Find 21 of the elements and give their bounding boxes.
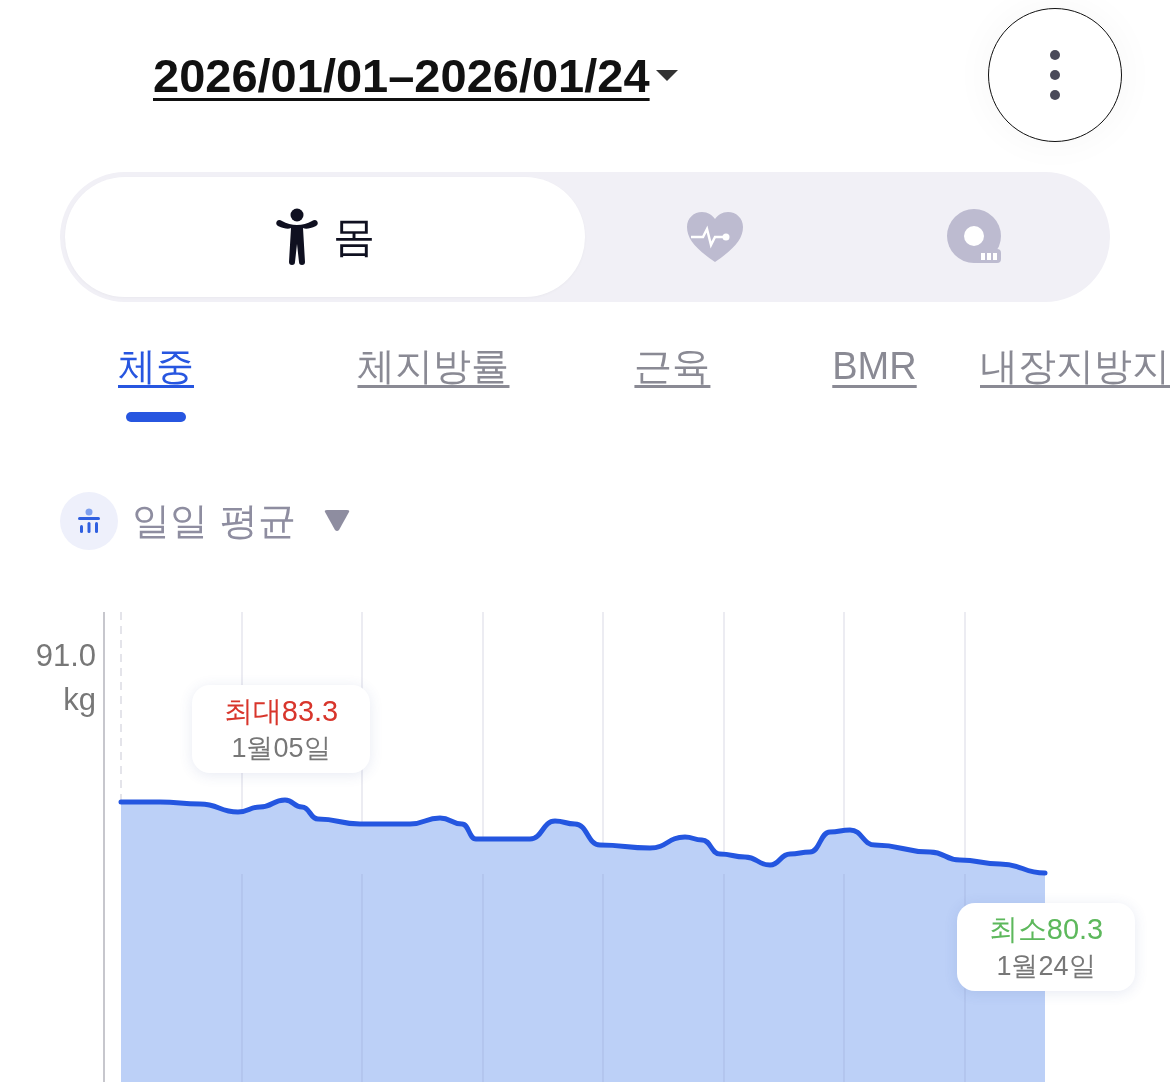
metric-tab[interactable]: BMR (832, 342, 917, 390)
metric-tab[interactable]: 체지방률 (357, 342, 510, 390)
category-tab[interactable]: 몸 (65, 177, 585, 297)
y-axis-label: 91.0 (35, 637, 96, 675)
tooltip-value: 최소80.3 (988, 912, 1104, 947)
aggregation-dropdown[interactable]: 일일 평균 (60, 492, 351, 550)
tooltip-date: 1월05일 (231, 732, 331, 765)
tooltip-date: 1월24일 (996, 950, 1096, 983)
metric-tab[interactable]: 체중 (118, 342, 194, 390)
date-range-dropdown[interactable]: 2026/01/01–2026/01/24 (153, 47, 678, 103)
caret-icon (655, 70, 678, 82)
caret-icon (324, 510, 351, 532)
more-icon (1049, 50, 1061, 100)
tooltip-value: 최대83.3 (223, 694, 339, 729)
unit-label: kg (63, 681, 96, 719)
active-tab-indicator (126, 412, 186, 422)
metric-tab[interactable]: 근육 (634, 342, 711, 390)
metric-tab[interactable]: 내장지방지 (980, 342, 1170, 390)
heart-pulse-icon (686, 211, 744, 263)
person-icon (275, 208, 319, 266)
measuring-tape-icon (947, 209, 1003, 265)
